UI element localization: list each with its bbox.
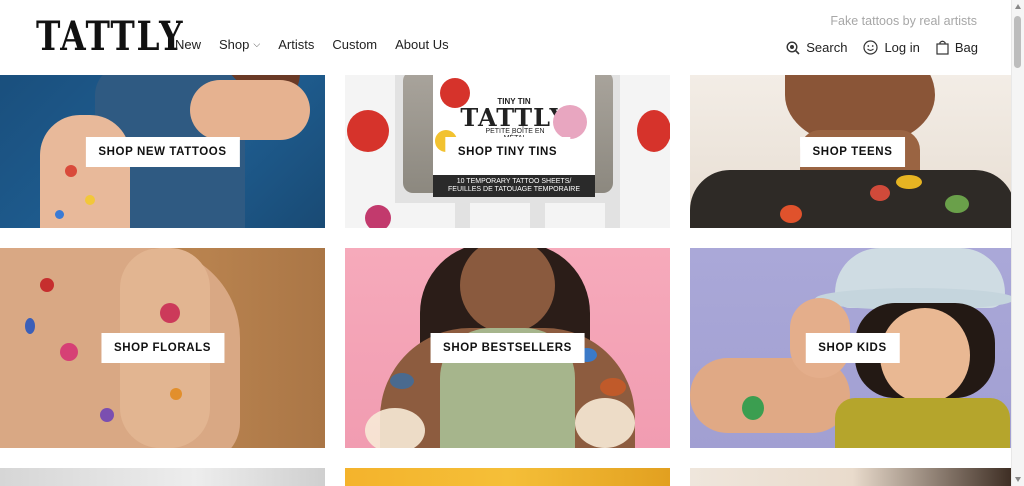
tile-kids[interactable]: SHOP KIDS [690,248,1015,448]
shop-new-tattoos-button[interactable]: SHOP NEW TATTOOS [85,136,240,167]
nav-artists-label: Artists [278,37,315,52]
chevron-down-icon: ⌵ [253,39,261,49]
row3-right-photo [690,468,1015,486]
shop-teens-button[interactable]: SHOP TEENS [799,136,906,167]
row3-left-photo [0,468,325,486]
site-header: TATTLY New Shop ⌵ Artists Custom About Us… [0,0,1012,75]
nav-new-label: New [175,37,202,52]
shop-florals-button[interactable]: SHOP FLORALS [100,333,225,363]
nav-shop-label: Shop [219,37,250,52]
login-button[interactable]: Log in [863,40,920,55]
bag-button[interactable]: Bag [936,40,978,55]
shop-kids-button[interactable]: SHOP KIDS [805,333,900,363]
nav-artists[interactable]: Artists [278,37,314,52]
tin-footer-en: 10 TEMPORARY TATTOO SHEETS/ [456,178,572,185]
tile-row3-left[interactable] [0,468,325,486]
nav-new[interactable]: New [175,37,201,52]
nav-shop[interactable]: Shop ⌵ [219,37,260,52]
search-label: Search [806,40,848,55]
nav-about-label: About Us [395,37,449,52]
nav-custom-label: Custom [332,37,378,52]
tin-footer-fr: FEUILLES DE TATOUAGE TEMPORAIRE [448,186,580,193]
shop-bestsellers-button[interactable]: SHOP BESTSELLERS [430,333,585,363]
smiley-icon [863,40,879,55]
logo-text: TATTLY [36,13,185,60]
tile-row3-right[interactable] [690,468,1015,486]
bag-label: Bag [954,40,978,55]
tagline: Fake tattoos by real artists [830,14,977,28]
tile-florals[interactable]: SHOP FLORALS [0,248,325,448]
tile-tiny-tins[interactable]: TINY TIN TATTLY PETITE BOÎTE EN MÉTAL 10… [345,75,670,228]
login-label: Log in [884,40,920,55]
scroll-thumb[interactable] [1014,16,1021,68]
tile-bestsellers[interactable]: SHOP BESTSELLERS [345,248,670,448]
nav-custom[interactable]: Custom [332,37,377,52]
row3-middle-photo [345,468,670,486]
main-nav: New Shop ⌵ Artists Custom About Us [175,37,467,52]
bag-icon [936,40,949,55]
search-button[interactable]: Search [786,40,847,55]
header-utilities: Search Log in Bag [770,40,978,55]
tile-row3-middle[interactable] [345,468,670,486]
nav-about-us[interactable]: About Us [395,37,448,52]
scroll-down-icon[interactable] [1015,477,1021,482]
tile-new-tattoos[interactable]: SHOP NEW TATTOOS [0,75,325,228]
search-icon [786,40,800,55]
shop-tiny-tins-button[interactable]: SHOP TINY TINS [444,136,571,167]
page-scrollbar[interactable] [1011,0,1024,486]
tattly-logo[interactable]: TATTLY [36,14,183,60]
scroll-up-icon[interactable] [1015,4,1021,9]
tile-teens[interactable]: SHOP TEENS [690,75,1015,228]
